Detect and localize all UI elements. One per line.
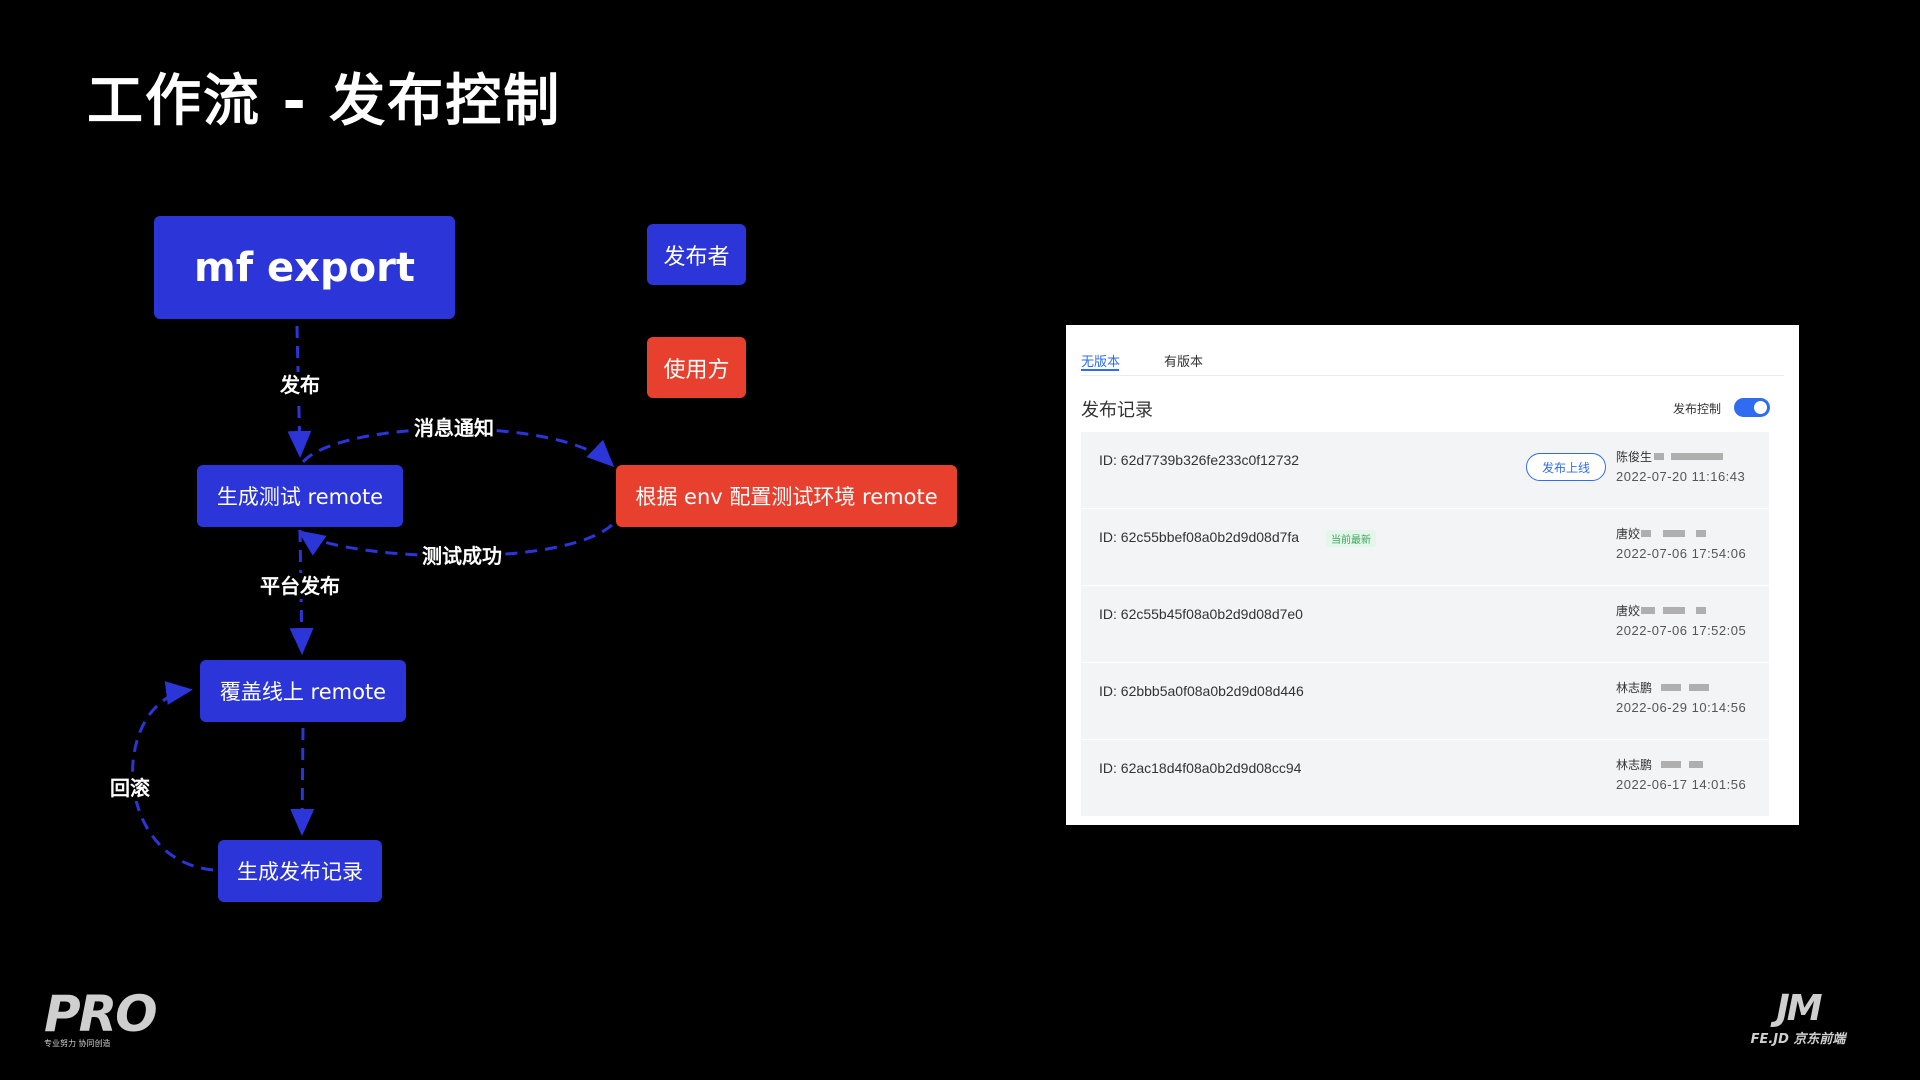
toggle-knob <box>1754 401 1767 414</box>
legend-consumer: 使用方 <box>647 337 746 398</box>
redacted-mark <box>1689 684 1709 691</box>
edge-to-record <box>290 727 315 836</box>
redacted-mark <box>1696 530 1706 537</box>
record-id: ID: 62bbb5a0f08a0b2d9d08d446 <box>1099 683 1304 699</box>
record-id: ID: 62d7739b326fe233c0f12732 <box>1099 452 1300 468</box>
active-tab-indicator <box>1081 369 1119 371</box>
record-time: 2022-07-06 17:54:06 <box>1616 546 1747 561</box>
record-id: ID: 62c55bbef08a0b2d9d08d7fa <box>1099 529 1300 545</box>
redacted-mark <box>1663 607 1685 614</box>
publish-online-button[interactable]: 发布上线 <box>1526 453 1606 481</box>
edge-label-test-success: 测试成功 <box>420 543 504 569</box>
redacted-mark <box>1696 607 1706 614</box>
release-records-panel: 无版本 有版本 发布记录 发布控制 ID: 62d7739b326fe233c0… <box>1066 325 1799 825</box>
fe-jd-logo: JM FE.JD 京东前端 <box>1728 988 1868 1048</box>
record-list: ID: 62d7739b326fe233c0f12732 发布上线 陈俊生 20… <box>1081 432 1769 817</box>
publish-control-toggle[interactable] <box>1734 398 1770 417</box>
node-env-config: 根据 env 配置测试环境 remote <box>616 465 957 527</box>
node-mf-export: mf export <box>154 216 455 319</box>
latest-badge: 当前最新 <box>1326 530 1376 547</box>
redacted-mark <box>1641 530 1651 537</box>
pro-logo: PRO 专业努力 协同创造 <box>44 985 158 1049</box>
pro-logo-mark: PRO <box>44 985 158 1043</box>
edge-label-notify: 消息通知 <box>412 415 496 441</box>
tab-no-version[interactable]: 无版本 <box>1081 351 1120 370</box>
edge-label-rollback: 回滚 <box>108 775 152 801</box>
node-gen-record: 生成发布记录 <box>218 840 382 902</box>
section-title: 发布记录 <box>1081 400 1153 420</box>
list-item: ID: 62d7739b326fe233c0f12732 发布上线 陈俊生 20… <box>1081 432 1769 508</box>
redacted-mark <box>1661 761 1681 768</box>
redacted-mark <box>1663 530 1685 537</box>
record-time: 2022-06-29 10:14:56 <box>1616 700 1747 715</box>
record-id: ID: 62c55b45f08a0b2d9d08d7e0 <box>1099 606 1303 622</box>
record-user: 林志鹏 <box>1616 681 1653 695</box>
redacted-mark <box>1661 684 1681 691</box>
redacted-mark <box>1654 453 1664 460</box>
record-user: 林志鹏 <box>1616 758 1653 772</box>
record-user: 唐姣 <box>1616 527 1641 541</box>
record-user: 唐姣 <box>1616 604 1641 618</box>
list-item: ID: 62c55bbef08a0b2d9d08d7fa 当前最新 唐姣 202… <box>1081 509 1769 585</box>
redacted-mark <box>1641 607 1655 614</box>
edge-label-publish: 发布 <box>278 372 322 398</box>
record-id: ID: 62ac18d4f08a0b2d9d08cc94 <box>1099 760 1302 776</box>
fe-jd-logo-sub: FE.JD 京东前端 <box>1750 1032 1846 1047</box>
list-item: ID: 62ac18d4f08a0b2d9d08cc94 林志鹏 2022-06… <box>1081 740 1769 816</box>
fe-jd-logo-mark: JM <box>1776 988 1822 1029</box>
tab-with-version[interactable]: 有版本 <box>1164 351 1203 370</box>
redacted-mark <box>1689 761 1703 768</box>
legend-publisher: 发布者 <box>647 224 746 285</box>
record-time: 2022-06-17 14:01:56 <box>1616 777 1747 792</box>
list-item: ID: 62c55b45f08a0b2d9d08d7e0 唐姣 2022-07-… <box>1081 586 1769 662</box>
record-time: 2022-07-20 11:16:43 <box>1616 469 1746 484</box>
list-item: ID: 62bbb5a0f08a0b2d9d08d446 林志鹏 2022-06… <box>1081 663 1769 739</box>
node-overwrite-online: 覆盖线上 remote <box>200 660 406 722</box>
edge-label-platform-publish: 平台发布 <box>258 573 342 599</box>
version-tabs: 无版本 有版本 <box>1081 325 1784 376</box>
node-gen-test-remote: 生成测试 remote <box>197 465 403 527</box>
redacted-mark <box>1671 453 1723 460</box>
record-user: 陈俊生 <box>1616 450 1653 464</box>
publish-control-label: 发布控制 <box>1673 402 1722 416</box>
record-time: 2022-07-06 17:52:05 <box>1616 623 1747 638</box>
